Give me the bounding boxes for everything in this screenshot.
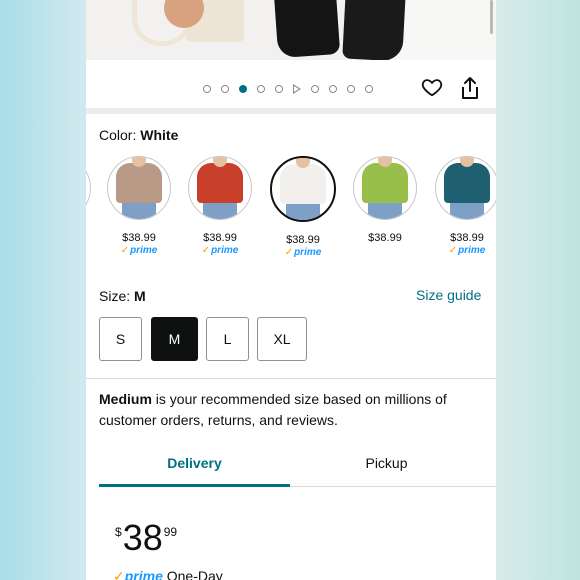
prime-label: prime <box>211 245 239 256</box>
prime-check-icon: ✓ <box>120 245 130 256</box>
swatch-price: $38.99 <box>450 232 484 244</box>
product-image[interactable] <box>86 0 496 60</box>
prime-check-icon: ✓ <box>113 568 125 580</box>
share-icon[interactable] <box>459 76 481 100</box>
shirt-image <box>280 164 326 204</box>
pants-right-image <box>342 0 406 60</box>
color-label: Color: White <box>99 127 179 143</box>
swatch-price: $38.99 <box>122 232 156 244</box>
color-swatch-white[interactable]: $38.99 ✓prime <box>270 156 336 258</box>
pager-dot[interactable] <box>239 85 247 93</box>
pager-dot[interactable] <box>257 85 265 93</box>
section-divider <box>86 108 496 114</box>
selected-color: White <box>140 127 179 143</box>
prime-badge: ✓prime <box>187 245 253 256</box>
color-swatch-khaki[interactable]: $38.99 ✓prime <box>106 156 172 256</box>
shirt-image <box>362 163 408 203</box>
pager-dot[interactable] <box>221 85 229 93</box>
pager-dot[interactable] <box>365 85 373 93</box>
prime-badge: ✓prime <box>434 245 496 256</box>
divider <box>86 378 496 379</box>
pager-dot[interactable] <box>203 85 211 93</box>
price-currency: $ <box>115 525 122 539</box>
pager-dot[interactable] <box>347 85 355 93</box>
heart-icon[interactable] <box>421 76 443 98</box>
price-fraction: 99 <box>163 525 178 539</box>
swatch-price: $38.99 <box>368 232 402 244</box>
size-option-l[interactable]: L <box>206 317 249 361</box>
tab-delivery[interactable]: Delivery <box>99 455 290 485</box>
prime-check-icon: ✓ <box>448 245 458 256</box>
prime-logo: prime <box>124 568 163 580</box>
shirt-image <box>197 163 243 203</box>
swatch-price: $38.99 <box>286 234 320 246</box>
swatch-price: $38.99 <box>203 232 237 244</box>
shipping-speed: One-Day <box>162 568 223 580</box>
swatch-image <box>353 156 417 220</box>
swatch-image <box>188 156 252 220</box>
prime-check-icon: ✓ <box>284 247 294 258</box>
size-option-m[interactable]: M <box>151 317 198 361</box>
image-pager-row <box>86 60 496 112</box>
scrollbar[interactable] <box>490 0 493 34</box>
jeans-image <box>286 204 320 220</box>
image-pager-dots[interactable] <box>203 83 383 95</box>
size-recommendation: Medium is your recommended size based on… <box>99 391 447 428</box>
prime-label: prime <box>130 245 158 256</box>
jeans-image <box>368 203 402 219</box>
jeans-image <box>203 203 237 219</box>
size-option-xl[interactable]: XL <box>257 317 307 361</box>
shirt-image <box>116 163 162 203</box>
prime-shipping: ✓prime One-Day <box>113 568 223 580</box>
swatch-image <box>435 156 496 220</box>
prime-label: prime <box>458 245 486 256</box>
video-play-icon[interactable] <box>293 84 301 94</box>
jeans-image <box>122 203 156 219</box>
jeans-image <box>450 203 484 219</box>
pants-left-image <box>273 0 341 59</box>
color-swatch-green[interactable]: $38.99 <box>352 156 418 244</box>
prime-label: prime <box>294 247 322 258</box>
size-label: Size: M <box>99 288 146 304</box>
swatch-image <box>270 156 336 222</box>
pager-dot[interactable] <box>275 85 283 93</box>
selected-size: M <box>134 288 146 304</box>
product-page: Color: White $38.99 ✓prime $38.99 ✓prime $38… <box>86 0 496 580</box>
price: $ 38 99 <box>115 519 177 557</box>
color-swatch-red[interactable]: $38.99 ✓prime <box>187 156 253 256</box>
tab-active-indicator <box>99 484 290 487</box>
size-option-s[interactable]: S <box>99 317 142 361</box>
pager-dot[interactable] <box>311 85 319 93</box>
price-whole: 38 <box>122 517 163 558</box>
color-swatch-teal[interactable]: $38.99 ✓prime <box>434 156 496 256</box>
shirt-image <box>444 163 490 203</box>
swatch-image <box>107 156 171 220</box>
size-guide-link[interactable]: Size guide <box>416 287 481 303</box>
pager-dot[interactable] <box>329 85 337 93</box>
swatch-image <box>86 156 91 220</box>
prime-badge: ✓prime <box>106 245 172 256</box>
prime-check-icon: ✓ <box>201 245 211 256</box>
color-swatch-edge[interactable] <box>86 156 92 220</box>
tab-pickup[interactable]: Pickup <box>290 455 483 485</box>
prime-badge: ✓prime <box>270 247 336 258</box>
